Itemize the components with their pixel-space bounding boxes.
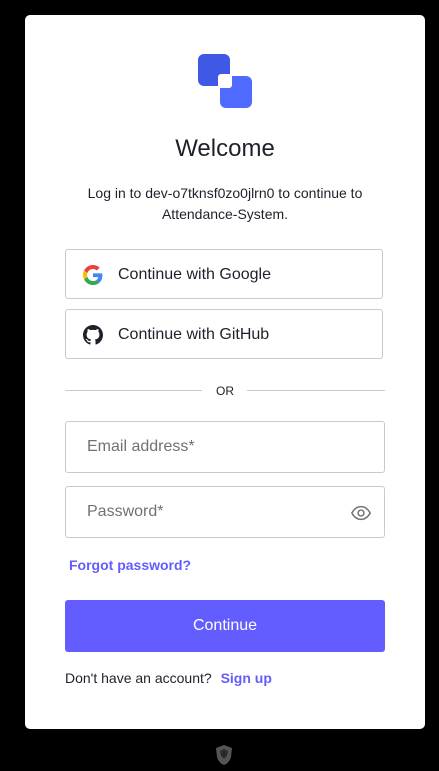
or-divider: OR xyxy=(65,381,385,401)
page-title: Welcome xyxy=(175,135,275,162)
continue-with-github-label: Continue with GitHub xyxy=(118,326,270,343)
login-card: Welcome Log in to dev-o7tknsf0zo0jlrn0 t… xyxy=(25,15,425,729)
sign-up-link[interactable]: Sign up xyxy=(221,670,272,686)
auth-logo-icon xyxy=(198,54,252,108)
github-icon xyxy=(83,325,103,345)
forgot-password-link[interactable]: Forgot password? xyxy=(69,556,191,574)
continue-button[interactable]: Continue xyxy=(65,600,385,652)
continue-with-google-label: Continue with Google xyxy=(118,266,271,283)
continue-with-github-button[interactable]: Continue with GitHub xyxy=(65,309,383,359)
password-field[interactable]: Password* xyxy=(65,486,385,538)
shield-icon xyxy=(216,745,232,765)
continue-with-google-button[interactable]: Continue with Google xyxy=(65,249,383,299)
eye-icon[interactable] xyxy=(350,502,372,524)
google-icon xyxy=(83,265,103,285)
email-placeholder: Email address* xyxy=(87,438,195,455)
email-field[interactable]: Email address* xyxy=(65,421,385,473)
divider-label: OR xyxy=(216,384,234,398)
divider-line-right xyxy=(247,390,385,391)
signup-row: Don't have an account? Sign up xyxy=(65,669,272,687)
password-placeholder: Password* xyxy=(87,503,164,520)
page-subtitle: Log in to dev-o7tknsf0zo0jlrn0 to contin… xyxy=(87,185,363,222)
signup-prompt: Don't have an account? xyxy=(65,670,212,686)
